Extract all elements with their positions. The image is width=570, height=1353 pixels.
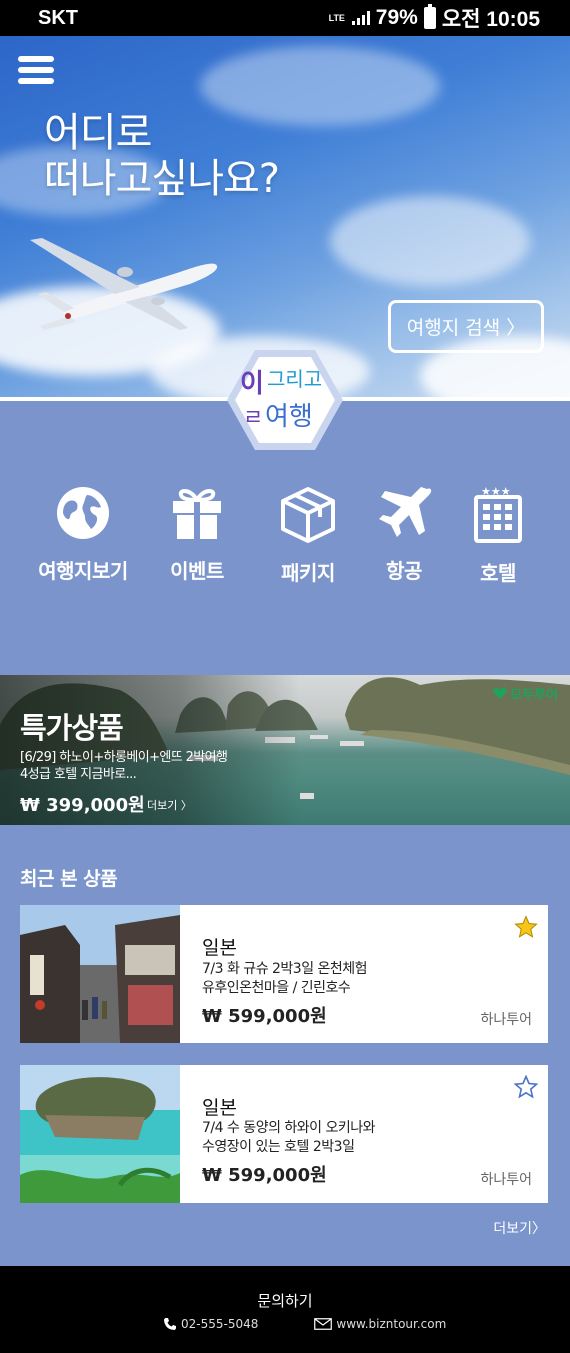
clock: 오전 10:05: [441, 8, 540, 31]
website-url: www.bizntour.com: [336, 1317, 447, 1331]
hotel-icon: ★★★: [474, 485, 522, 543]
recent-item-info: 일본 7/3 화 규슈 2박3일 온천체험 유후인온천마을 / 긴린호수 ₩ 5…: [202, 905, 548, 1043]
globe-icon: [57, 487, 109, 539]
partner-name: 모두투어: [510, 688, 558, 703]
contact-us-link[interactable]: 문의하기: [0, 1290, 570, 1311]
recent-item-info: 일본 7/4 수 동양의 하와이 오키나와 수영장이 있는 호텔 2박3일 ₩ …: [202, 1065, 548, 1203]
footer: 문의하기 02-555-5048 www.bizntour.com: [0, 1266, 570, 1353]
status-icons: LTE 79% 오전 10:05: [328, 3, 540, 33]
brand-logo[interactable]: 이 그리고 ㄹ 여행: [225, 347, 345, 453]
category-label: 이벤트: [170, 559, 224, 583]
phone-number: 02-555-5048: [181, 1317, 259, 1331]
favorite-star-outline-icon[interactable]: [514, 1075, 538, 1099]
item-country: 일본: [202, 937, 237, 959]
recent-item-card[interactable]: 일본 7/3 화 규슈 2박3일 온천체험 유후인온천마을 / 긴린호수 ₩ 5…: [20, 905, 548, 1043]
banner-price: ₩ 399,000원: [20, 795, 145, 816]
hero-title-line1: 어디로: [44, 110, 152, 156]
footer-website[interactable]: www.bizntour.com: [314, 1317, 446, 1331]
item-price: ₩ 599,000원: [202, 1006, 327, 1027]
item-desc-line1: 7/4 수 동양의 하와이 오키나와: [202, 1120, 376, 1136]
recent-more-link[interactable]: 더보기〉: [493, 1218, 546, 1238]
hero-title: 어디로 떠나고싶나요?: [44, 110, 280, 202]
category-menu: 여행지보기 이벤트 패키지 항공 ★★★ 호텔: [0, 485, 570, 595]
hamburger-menu-icon[interactable]: [18, 56, 54, 88]
okinawa-beach-photo: [20, 1065, 180, 1203]
airplane-photo: [30, 238, 218, 330]
network-type-icon: LTE: [328, 12, 345, 23]
item-description: 7/3 화 규슈 2박3일 온천체험 유후인온천마을 / 긴린호수: [202, 960, 368, 998]
banner-desc-line2: 4성급 호텔 지금바로...: [20, 767, 137, 782]
svg-text:ㄹ: ㄹ: [243, 406, 263, 431]
svg-text:그리고: 그리고: [267, 367, 322, 391]
favorite-star-filled-icon[interactable]: [514, 915, 538, 939]
category-label: 여행지보기: [38, 559, 128, 583]
item-desc-line1: 7/3 화 규슈 2박3일 온천체험: [202, 961, 368, 977]
mail-icon: [314, 1318, 333, 1330]
footer-contacts: 02-555-5048 www.bizntour.com: [163, 1317, 446, 1331]
destination-search-button[interactable]: 여행지 검색 〉: [388, 300, 544, 353]
category-hotels[interactable]: ★★★ 호텔: [438, 485, 558, 586]
battery-percent: 79%: [375, 6, 418, 29]
signal-icon: [351, 11, 370, 25]
svg-text:이: 이: [240, 369, 264, 399]
item-agency: 하나투어: [480, 1172, 532, 1188]
recent-section-title: 최근 본 상품: [20, 868, 118, 890]
package-box-icon: [281, 487, 335, 543]
battery-icon: [423, 4, 436, 29]
item-agency: 하나투어: [480, 1012, 532, 1028]
recent-item-card[interactable]: 일본 7/4 수 동양의 하와이 오키나와 수영장이 있는 호텔 2박3일 ₩ …: [20, 1065, 548, 1203]
hero-title-line2: 떠나고싶나요?: [44, 156, 280, 202]
category-label: 호텔: [480, 561, 516, 585]
carrier-label: SKT: [38, 6, 78, 29]
item-country: 일본: [202, 1097, 237, 1119]
special-deal-banner[interactable]: 특가상품 [6/29] 하노이+하롱베이+엔뜨 2박여행 4성급 호텔 지금바로…: [0, 675, 570, 825]
banner-title: 특가상품: [20, 711, 124, 745]
item-desc-line2: 유후인온천마을 / 긴린호수: [202, 980, 351, 996]
item-description: 7/4 수 동양의 하와이 오키나와 수영장이 있는 호텔 2박3일: [202, 1119, 376, 1157]
status-bar: SKT LTE 79% 오전 10:05: [0, 0, 570, 36]
banner-description: [6/29] 하노이+하롱베이+엔뜨 2박여행 4성급 호텔 지금바로...: [20, 749, 228, 783]
category-destinations[interactable]: 여행지보기: [23, 485, 143, 584]
heart-icon: [493, 687, 507, 699]
yufuin-street-photo: [20, 905, 180, 1043]
partner-logo: 모두투어: [493, 684, 558, 703]
airplane-icon: [379, 487, 432, 537]
banner-desc-line1: [6/29] 하노이+하롱베이+엔뜨 2박여행: [20, 750, 228, 765]
category-events[interactable]: 이벤트: [137, 485, 257, 584]
footer-phone[interactable]: 02-555-5048: [163, 1317, 258, 1331]
item-desc-line2: 수영장이 있는 호텔 2박3일: [202, 1139, 355, 1155]
hero-banner: 어디로 떠나고싶나요? 여행지 검색 〉: [0, 36, 570, 400]
gift-icon: [173, 489, 221, 539]
item-price: ₩ 599,000원: [202, 1165, 327, 1186]
svg-text:여행: 여행: [265, 402, 313, 432]
banner-more-link[interactable]: 더보기 〉: [147, 797, 192, 813]
phone-icon: [164, 1318, 176, 1330]
